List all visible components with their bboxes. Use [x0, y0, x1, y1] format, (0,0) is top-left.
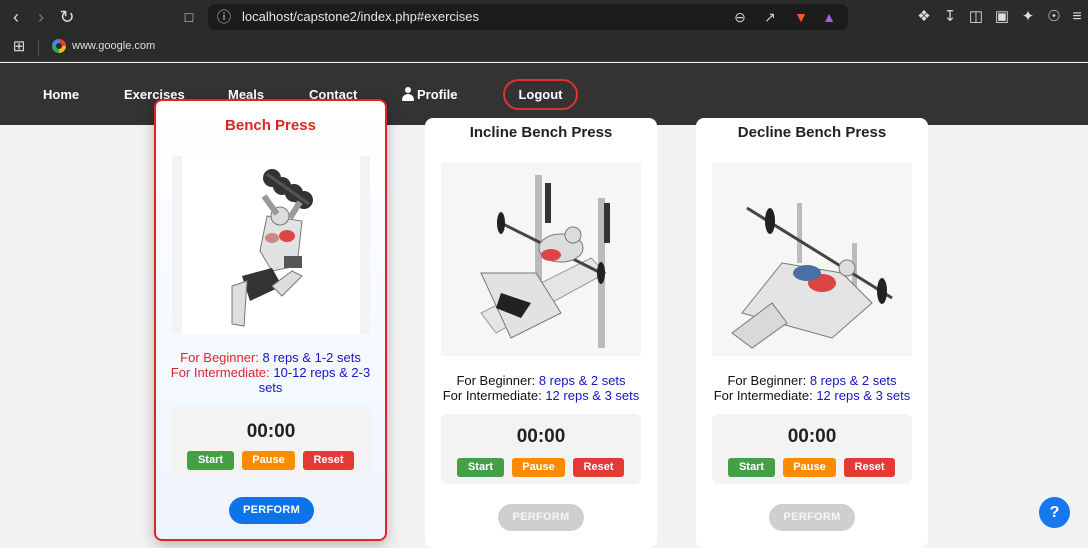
sidebar-icon[interactable]: ◫ — [965, 6, 987, 28]
timer-pause-button[interactable]: Pause — [512, 458, 565, 477]
beginner-value: 8 reps & 2 sets — [809, 373, 897, 388]
intermediate-value: 12 reps & 3 sets — [816, 388, 911, 403]
perform-button[interactable]: PERFORM — [769, 504, 855, 531]
reps-info: For Beginner: 8 reps & 2 sets For Interm… — [704, 373, 920, 403]
timer-reset-button[interactable]: Reset — [303, 451, 354, 470]
timer-panel: 00:00 Start Pause Reset — [441, 414, 641, 484]
perform-button[interactable]: PERFORM — [229, 497, 314, 524]
user-icon — [402, 87, 414, 101]
google-icon — [52, 39, 66, 53]
forward-icon[interactable]: › — [30, 6, 52, 28]
beginner-label: For Beginner: — [727, 373, 807, 388]
timer-pause-button[interactable]: Pause — [783, 458, 836, 477]
bookmark-google[interactable]: www.google.com — [52, 39, 155, 53]
back-icon[interactable]: ‹ — [5, 6, 27, 28]
bookmarks-divider — [38, 40, 39, 56]
nav-home[interactable]: Home — [43, 87, 79, 102]
exercise-card-decline: Decline Bench Press For Beginner: 8 reps… — [696, 118, 928, 548]
nav-profile-label: Profile — [417, 87, 458, 102]
timer-pause-button[interactable]: Pause — [242, 451, 295, 470]
exercise-title: Incline Bench Press — [469, 124, 613, 141]
timer-start-button[interactable]: Start — [457, 458, 504, 477]
site-info-icon[interactable]: ⓘ — [214, 7, 234, 27]
exercise-image — [172, 156, 370, 334]
intermediate-value: 10-12 reps & 2-3 sets — [258, 365, 371, 395]
reps-info: For Beginner: 8 reps & 1-2 sets For Inte… — [164, 350, 377, 395]
wallet-icon[interactable]: ▣ — [991, 6, 1013, 28]
exercise-card-incline: Incline Bench Press For Beginner: 8 reps… — [425, 118, 657, 548]
beginner-label: For Beginner: — [180, 350, 259, 365]
share-icon[interactable]: ↗ — [760, 7, 780, 27]
address-bar[interactable]: ⓘ localhost/capstone2/index.php#exercise… — [208, 4, 848, 30]
reload-icon[interactable]: ↻ — [56, 6, 78, 28]
leo-ai-icon[interactable]: ✦ — [1017, 6, 1039, 28]
timer-panel: 00:00 Start Pause Reset — [171, 406, 371, 478]
browser-toolbar: ‹ › ↻ □ ⓘ localhost/capstone2/index.php#… — [0, 0, 1088, 34]
perform-button[interactable]: PERFORM — [498, 504, 584, 531]
intermediate-label: For Intermediate: — [713, 388, 813, 403]
brave-shields-icon[interactable]: ▼ — [791, 7, 811, 27]
download-icon[interactable]: ↧ — [939, 6, 961, 28]
timer-start-button[interactable]: Start — [728, 458, 775, 477]
exercise-card-bench-press[interactable]: Bench Press For Beginner: 8 reps & 1-2 s… — [154, 99, 387, 541]
help-button[interactable]: ? — [1039, 497, 1070, 528]
zoom-icon[interactable]: ⊖ — [730, 7, 750, 27]
timer-display: 00:00 — [787, 426, 837, 447]
url-text: localhost/capstone2/index.php#exercises — [242, 9, 480, 24]
beginner-value: 8 reps & 2 sets — [538, 373, 626, 388]
intermediate-label: For Intermediate: — [170, 365, 270, 380]
exercise-image — [712, 163, 912, 356]
brave-rewards-icon[interactable]: ▲ — [819, 7, 839, 27]
beginner-label: For Beginner: — [456, 373, 536, 388]
vpn-icon[interactable]: ☉ — [1043, 6, 1065, 28]
exercise-image — [441, 163, 641, 356]
timer-display: 00:00 — [246, 421, 296, 442]
timer-start-button[interactable]: Start — [187, 451, 234, 470]
menu-icon[interactable]: ≡ — [1066, 6, 1088, 28]
logout-button[interactable]: Logout — [503, 79, 578, 110]
extensions-icon[interactable]: ❖ — [913, 6, 935, 28]
timer-reset-button[interactable]: Reset — [573, 458, 624, 477]
timer-panel: 00:00 Start Pause Reset — [712, 414, 912, 484]
reps-info: For Beginner: 8 reps & 2 sets For Interm… — [433, 373, 649, 403]
exercise-title: Decline Bench Press — [737, 124, 887, 141]
nav-profile[interactable]: Profile — [402, 87, 457, 102]
bookmark-google-label: www.google.com — [72, 40, 156, 52]
intermediate-label: For Intermediate: — [442, 388, 542, 403]
timer-display: 00:00 — [516, 426, 566, 447]
bookmark-icon[interactable]: □ — [178, 6, 200, 28]
bookmarks-bar: ⊞ www.google.com — [0, 34, 1088, 62]
beginner-value: 8 reps & 1-2 sets — [262, 350, 361, 365]
exercise-title: Bench Press — [225, 117, 316, 134]
intermediate-value: 12 reps & 3 sets — [545, 388, 640, 403]
timer-reset-button[interactable]: Reset — [844, 458, 895, 477]
apps-grid-icon[interactable]: ⊞ — [8, 36, 30, 58]
